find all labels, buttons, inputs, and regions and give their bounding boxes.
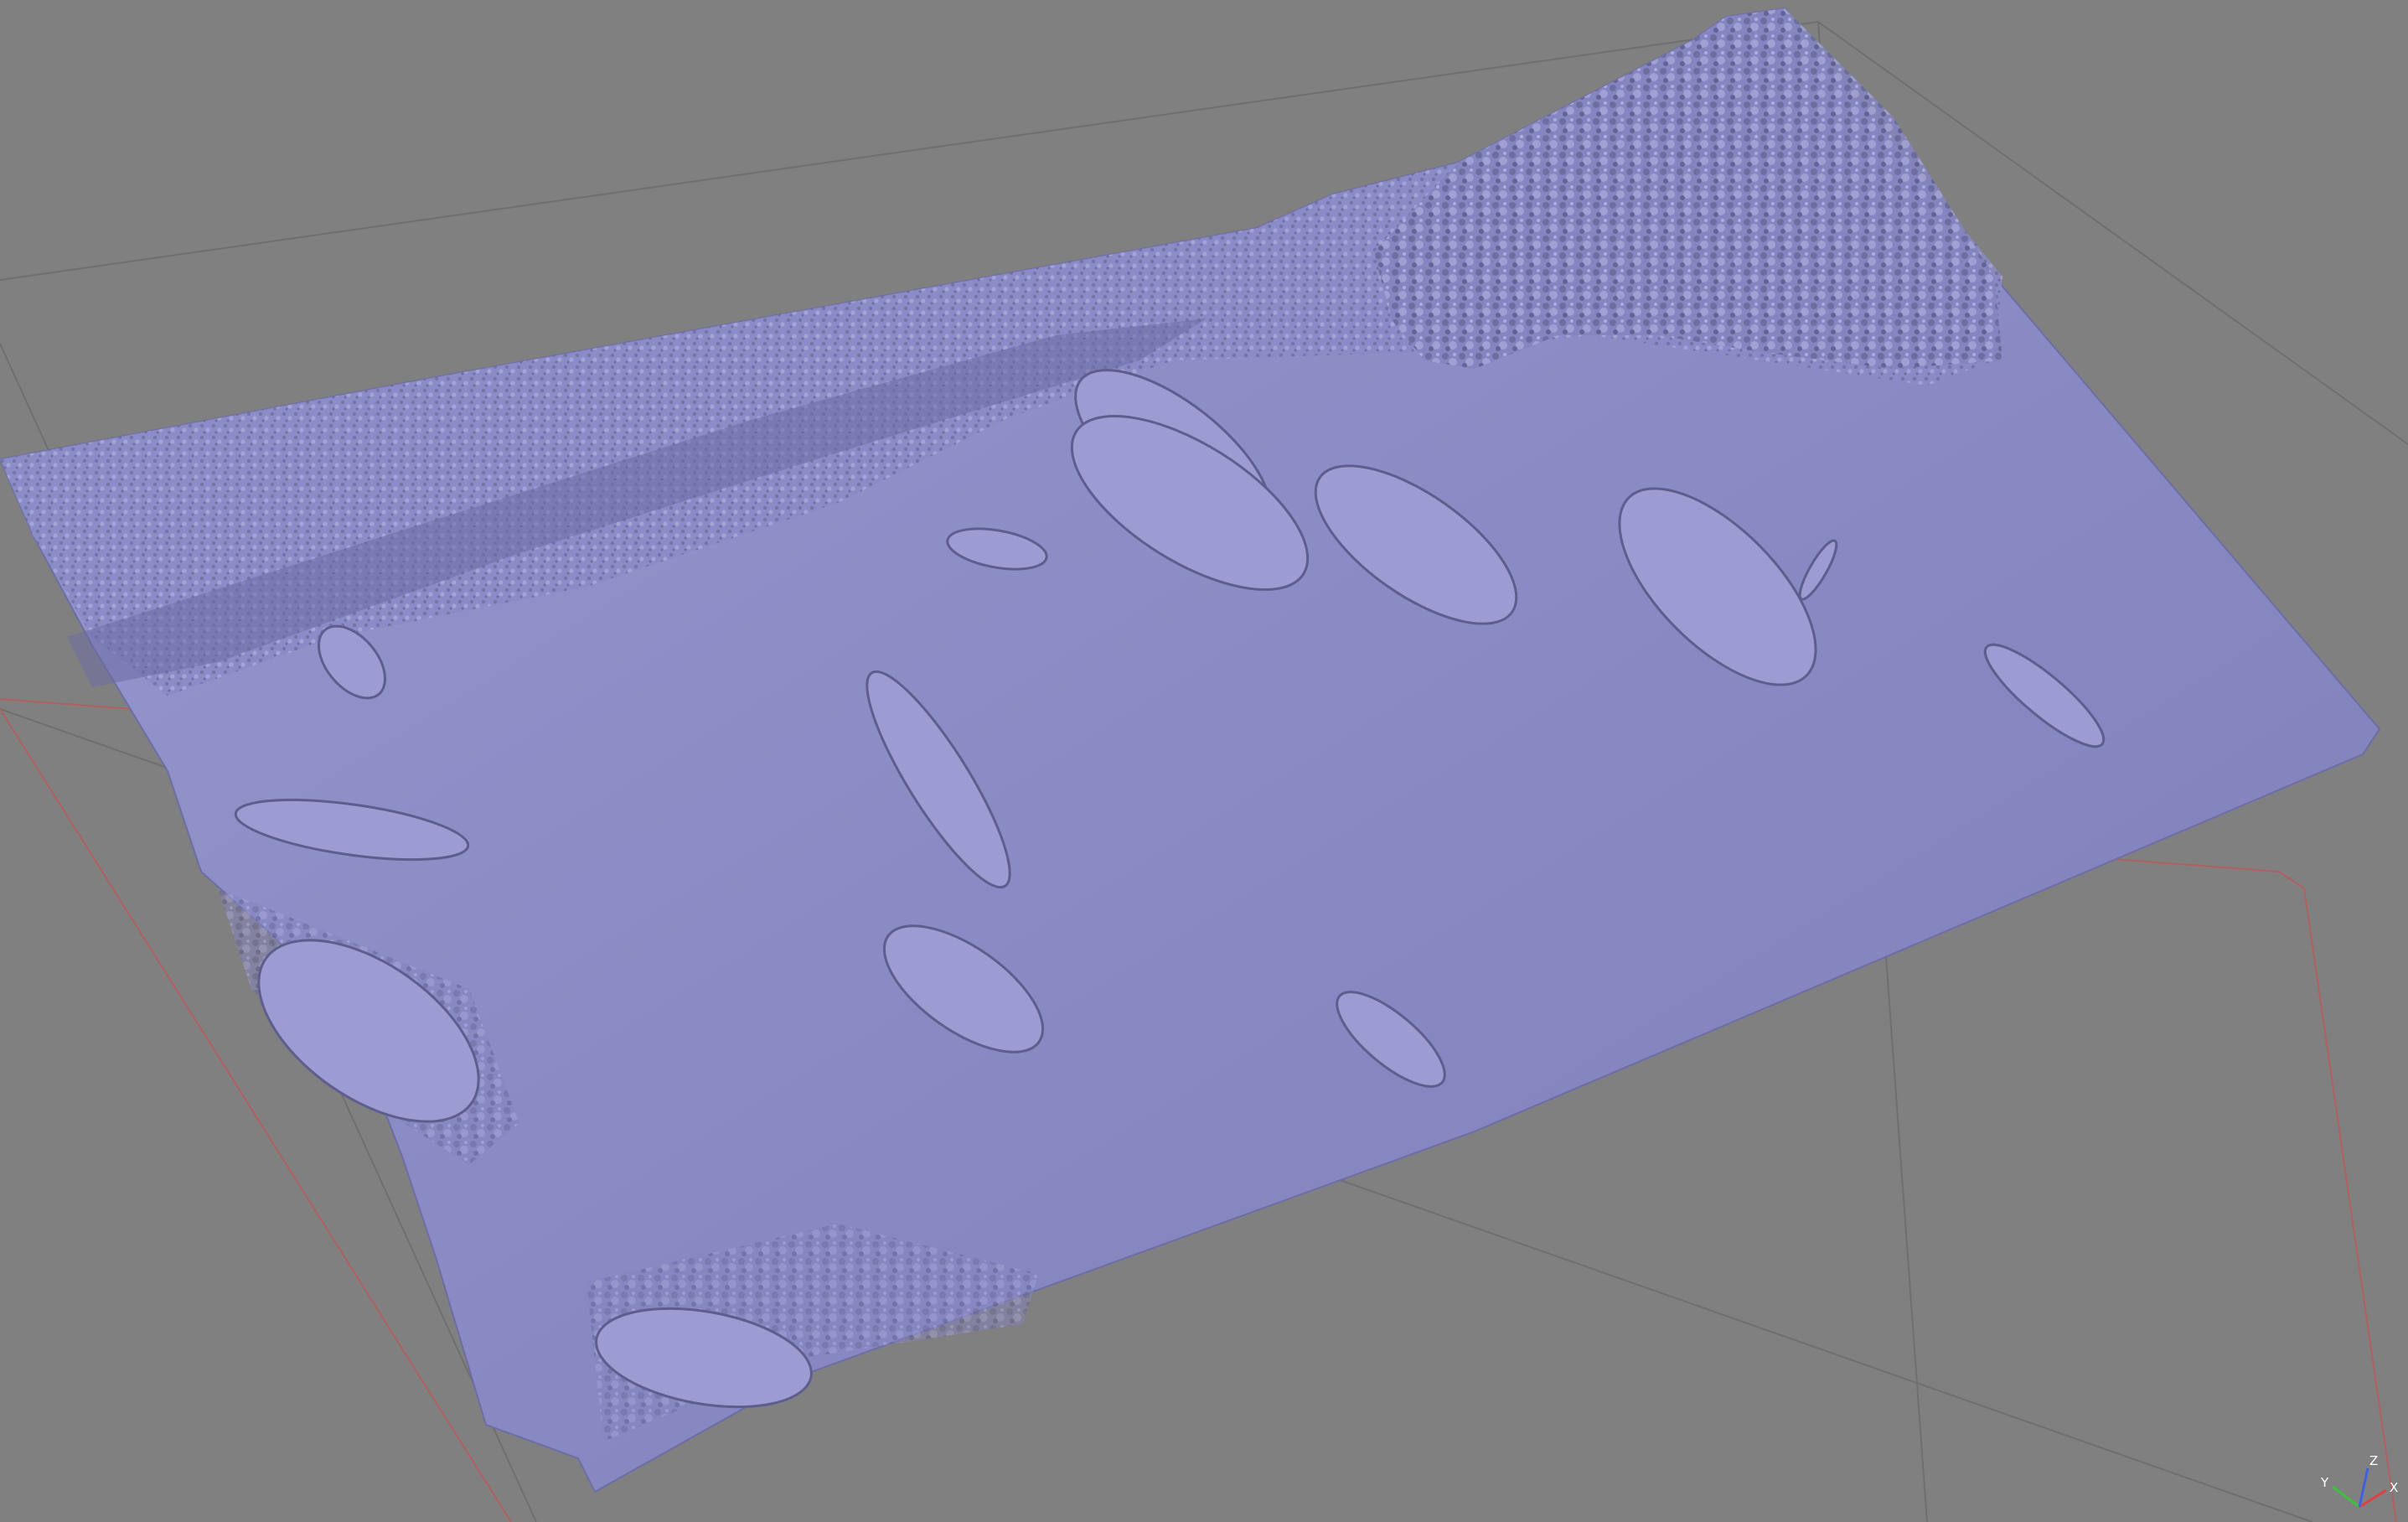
seabed-mesh-scene[interactable] [0, 0, 2408, 1522]
seabed-mesh[interactable] [0, 7, 2381, 1494]
x-axis-label: X [2390, 1480, 2398, 1495]
z-axis-label: Z [2369, 1453, 2378, 1468]
y-axis-label: Y [2320, 1475, 2329, 1490]
y-axis-line [2332, 1485, 2360, 1509]
axis-gizmo: X Y Z [2320, 1453, 2398, 1509]
3d-viewport[interactable]: X Y Z [0, 0, 2408, 1522]
